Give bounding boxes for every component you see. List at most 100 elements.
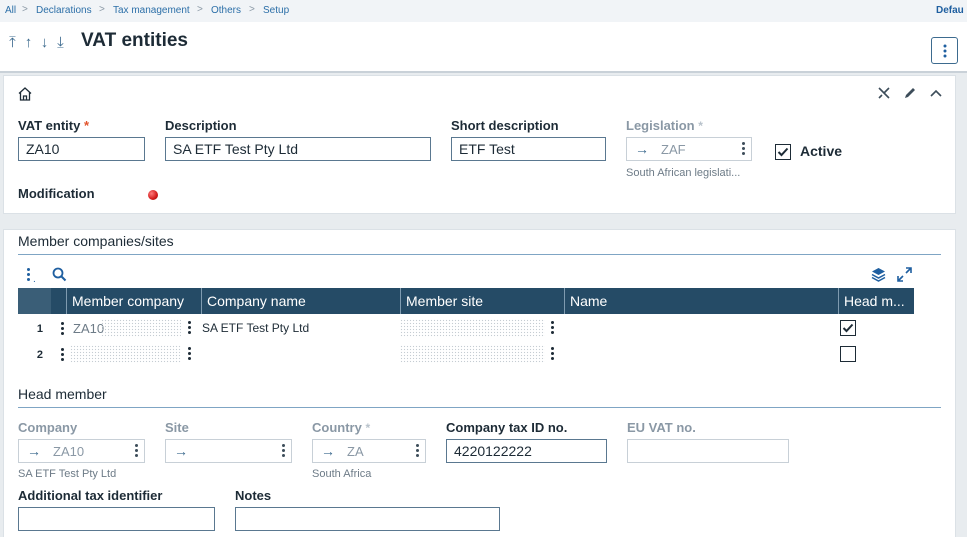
kebab-icon[interactable] [416, 444, 419, 459]
member-company-cell[interactable] [70, 345, 181, 363]
breadcrumb-declarations[interactable]: Declarations [36, 5, 92, 16]
company-tax-id-field[interactable]: 4220122222 [446, 439, 607, 463]
last-record-icon[interactable]: ⤓ [54, 34, 70, 51]
member-companies-title: Member companies/sites [18, 233, 174, 249]
grid-corner [18, 288, 51, 314]
member-site-cell[interactable] [400, 319, 545, 337]
page-title: VAT entities [81, 30, 188, 51]
additional-tax-identifier-label: Additional tax identifier [18, 488, 163, 503]
modification-label: Modification [18, 186, 95, 201]
kebab-icon[interactable] [282, 444, 285, 459]
kebab-icon[interactable] [188, 321, 191, 336]
short-description-field[interactable]: ETF Test [451, 137, 606, 161]
active-label: Active [800, 143, 843, 159]
arrow-right-icon[interactable]: → [635, 141, 649, 157]
breadcrumb-others[interactable]: Others [211, 5, 241, 16]
kebab-icon[interactable] [742, 142, 745, 157]
table-row[interactable]: 1 ZA10 SA ETF Test Pty Ltd [18, 315, 914, 341]
arrow-right-icon[interactable]: → [174, 443, 188, 459]
company-tax-id-label: Company tax ID no. [446, 420, 568, 435]
country-field[interactable]: → ZA [312, 439, 426, 463]
company-value: ZA10 [53, 444, 85, 459]
eu-vat-field[interactable] [627, 439, 789, 463]
table-row[interactable]: 2 [18, 341, 914, 367]
chevron-up-icon[interactable] [929, 86, 943, 100]
grid-header: Member company Company name Member site … [18, 288, 914, 314]
country-value: ZA [347, 444, 364, 459]
modification-status-icon [148, 190, 158, 200]
search-icon[interactable] [52, 267, 67, 282]
row-actions-icon[interactable] [61, 348, 64, 363]
company-field[interactable]: → ZA10 [18, 439, 145, 463]
head-member-title: Head member [18, 386, 107, 402]
chevron-right-icon: > [197, 4, 203, 15]
home-icon[interactable] [17, 86, 33, 102]
site-field[interactable]: → [165, 439, 292, 463]
company-name-cell: SA ETF Test Pty Ltd [202, 321, 310, 335]
previous-record-icon[interactable]: ↑ [22, 34, 38, 51]
tools-icon[interactable] [877, 86, 891, 100]
empty-cell-pattern [101, 319, 181, 337]
short-description-label: Short description [451, 118, 559, 133]
description-field[interactable]: SA ETF Test Pty Ltd [165, 137, 431, 161]
edit-icon[interactable] [903, 86, 917, 100]
head-member-checkbox[interactable] [840, 346, 856, 362]
column-head-member[interactable]: Head m... [838, 288, 914, 314]
kebab-icon[interactable] [188, 347, 191, 362]
checkmark-icon [777, 147, 789, 157]
record-navigation: ⤒ ↑ ↓ ⤓ [6, 34, 70, 51]
breadcrumb-tax-management[interactable]: Tax management [113, 5, 190, 16]
section-divider [18, 407, 941, 408]
default-label[interactable]: Defau [936, 5, 964, 16]
breadcrumb-setup[interactable]: Setup [263, 5, 289, 16]
country-hint: South Africa [312, 468, 372, 480]
breadcrumb-all[interactable]: All [5, 5, 16, 16]
page-header: ⤒ ↑ ↓ ⤓ VAT entities [0, 22, 967, 72]
layers-icon[interactable] [871, 267, 886, 282]
legislation-hint: South African legislati... [626, 167, 741, 179]
company-hint: SA ETF Test Pty Ltd [18, 468, 117, 480]
description-label: Description [165, 118, 237, 133]
kebab-icon[interactable] [551, 347, 554, 362]
column-member-company[interactable]: Member company [66, 288, 201, 314]
chevron-right-icon: > [22, 4, 28, 15]
additional-tax-identifier-field[interactable] [18, 507, 215, 531]
vat-entity-label: VAT entity * [18, 118, 90, 133]
row-number: 2 [36, 349, 43, 361]
kebab-icon [943, 44, 946, 57]
kebab-icon[interactable] [551, 321, 554, 336]
breadcrumb: All > Declarations > Tax management > Ot… [0, 0, 967, 22]
expand-icon[interactable] [897, 267, 912, 282]
row-number: 1 [36, 323, 43, 335]
site-label: Site [165, 420, 189, 435]
active-checkbox[interactable] [775, 144, 791, 160]
vat-entity-field[interactable]: ZA10 [18, 137, 145, 161]
notes-label: Notes [235, 488, 272, 503]
column-member-site[interactable]: Member site [400, 288, 564, 314]
head-member-checkbox[interactable] [840, 320, 856, 336]
company-label: Company [18, 420, 78, 435]
card-toolbar [877, 86, 943, 100]
next-record-icon[interactable]: ↓ [38, 34, 54, 51]
chevron-right-icon: > [249, 4, 255, 15]
notes-field[interactable] [235, 507, 500, 531]
arrow-right-icon[interactable]: → [321, 443, 335, 459]
kebab-icon[interactable] [135, 444, 138, 459]
column-company-name[interactable]: Company name [201, 288, 400, 314]
column-name[interactable]: Name [564, 288, 838, 314]
dot-icon: . [33, 274, 36, 285]
grid-actions-icon[interactable] [27, 268, 30, 283]
arrow-right-icon[interactable]: → [27, 443, 41, 459]
member-company-cell[interactable]: ZA10 [73, 321, 104, 336]
legislation-field[interactable]: → ZAF [626, 137, 752, 161]
first-record-icon[interactable]: ⤒ [6, 34, 22, 51]
country-label: Country * [312, 420, 371, 435]
row-actions-icon[interactable] [61, 322, 64, 337]
more-actions-button[interactable] [931, 37, 958, 64]
section-divider [18, 254, 941, 255]
legislation-label: Legislation * [626, 118, 703, 133]
chevron-right-icon: > [99, 4, 105, 15]
eu-vat-label: EU VAT no. [627, 420, 696, 435]
member-site-cell[interactable] [400, 345, 545, 363]
legislation-value: ZAF [661, 142, 686, 157]
